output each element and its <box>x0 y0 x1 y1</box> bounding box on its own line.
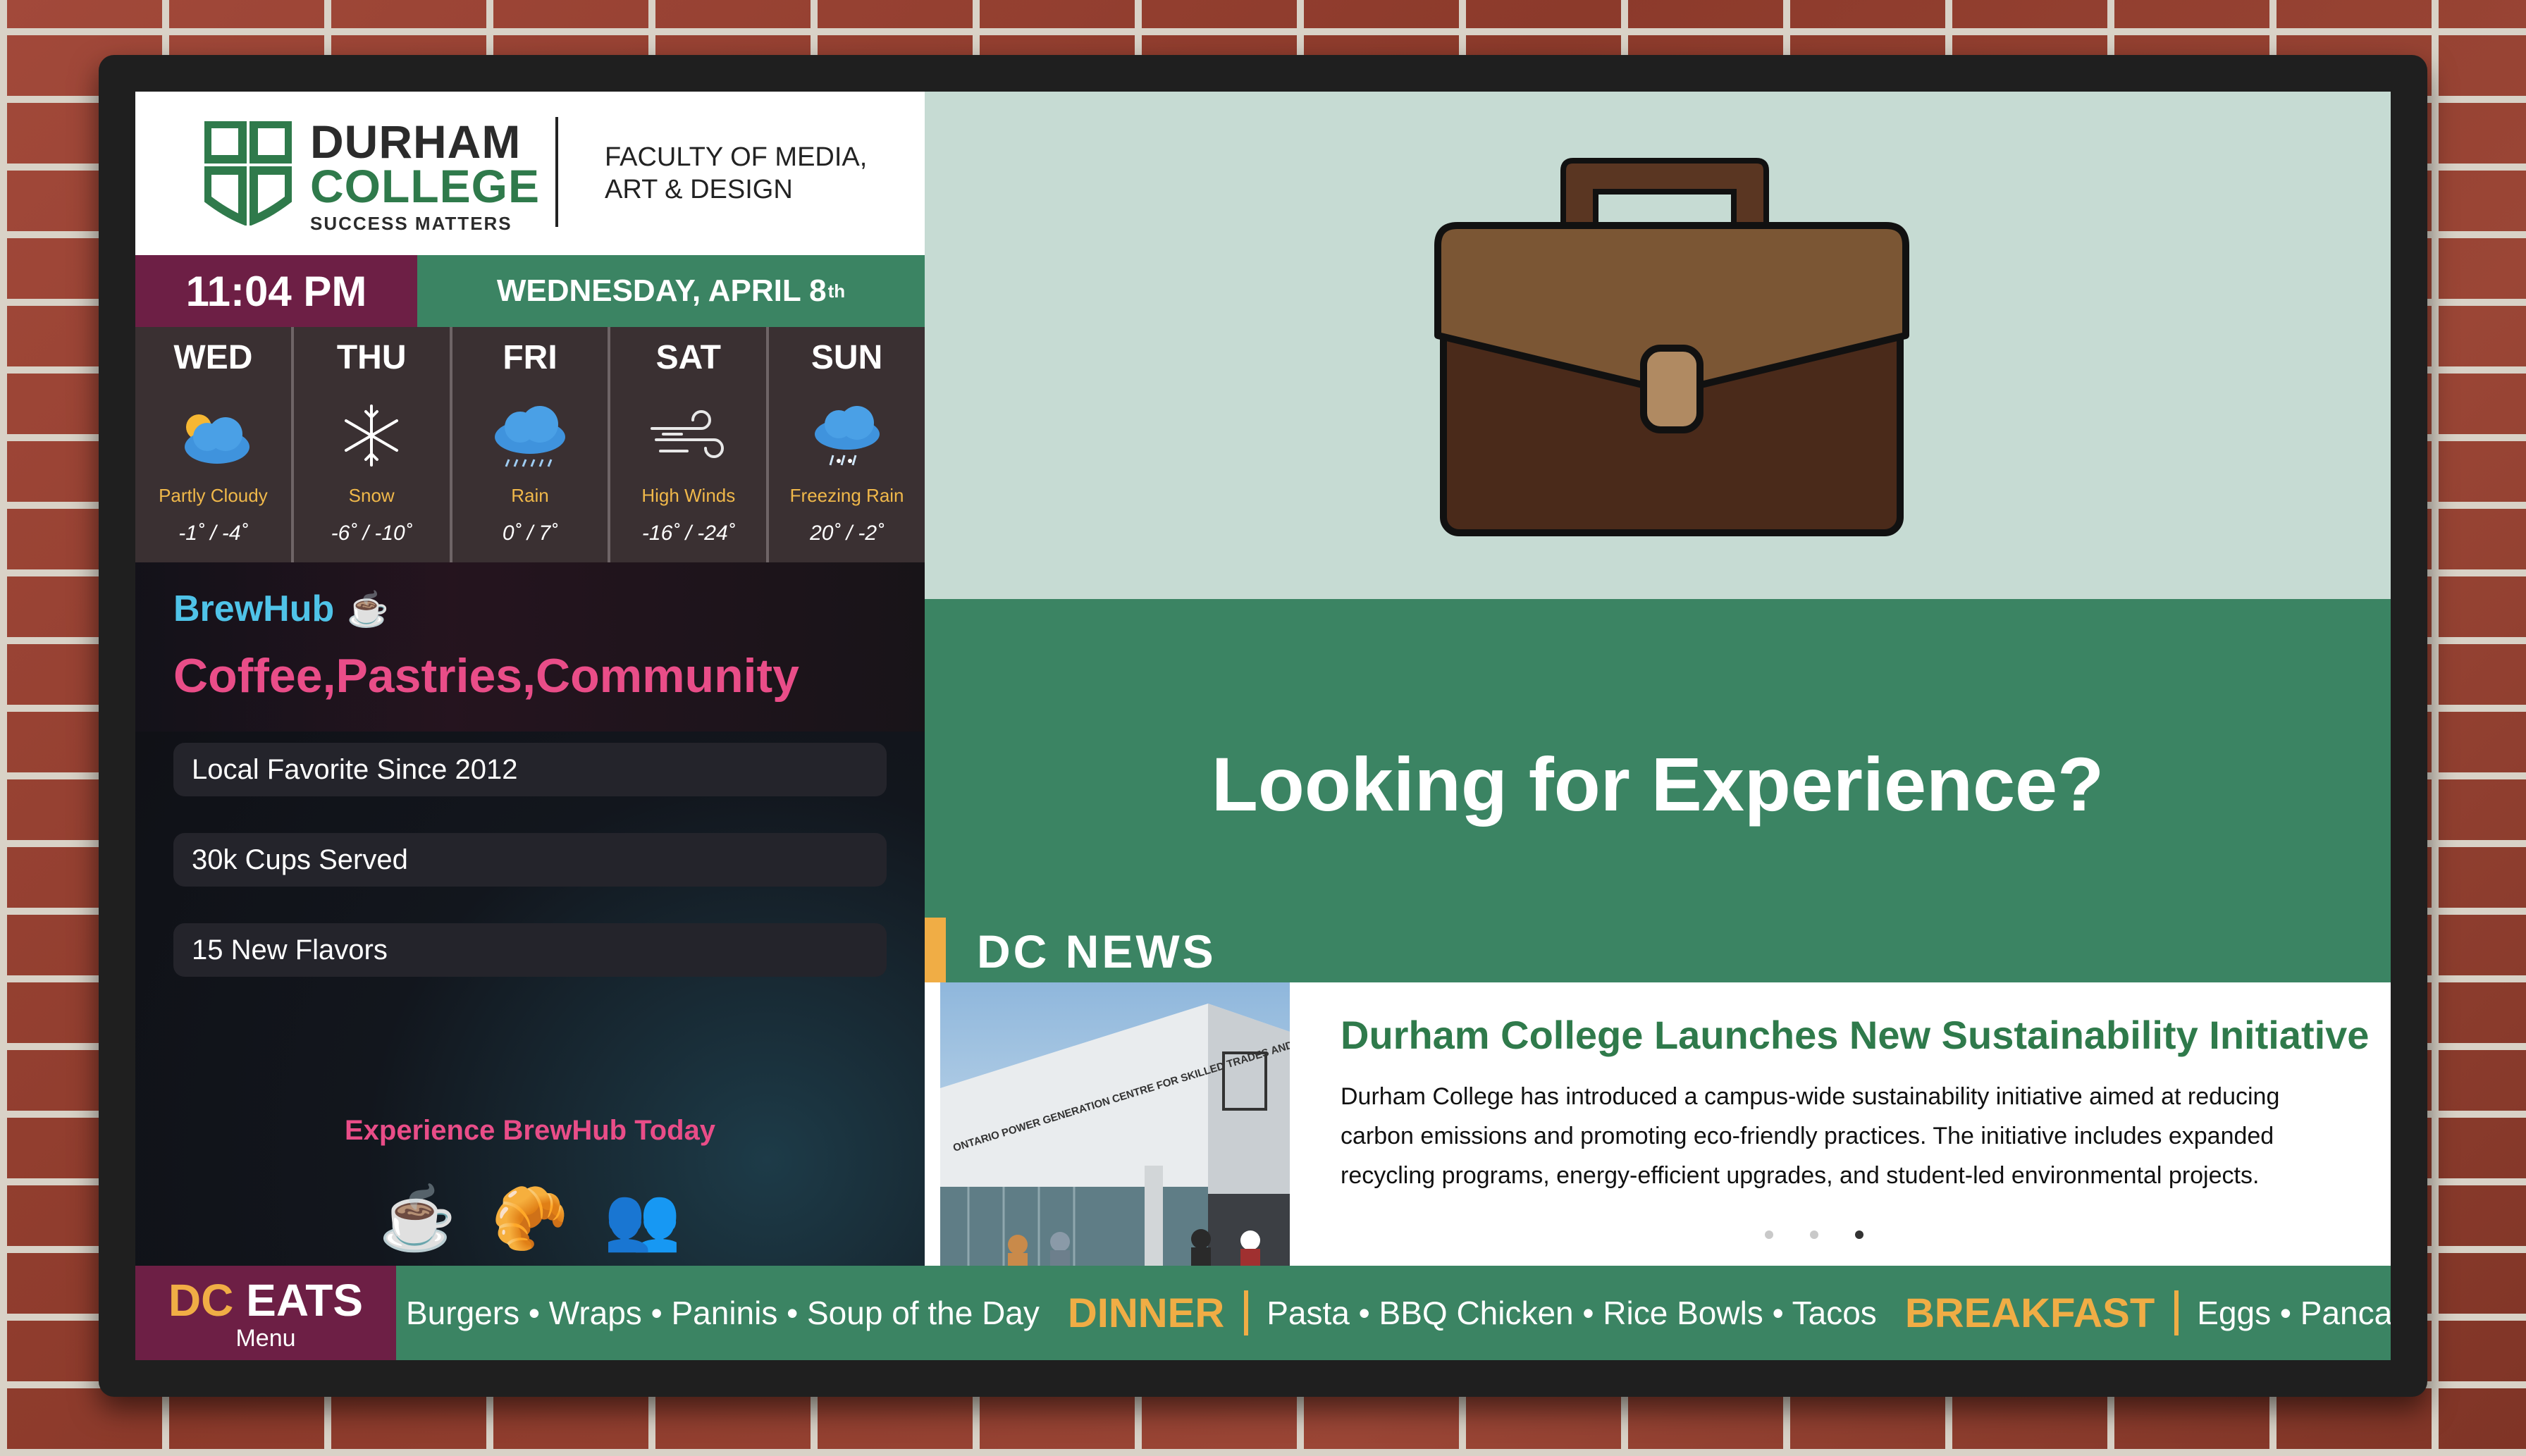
forecast-day-name: WED <box>173 339 253 376</box>
forecast-temps: 20˚ / -2˚ <box>810 522 885 545</box>
faculty-name: FACULTY OF MEDIA, ART & DESIGN <box>605 141 867 206</box>
ticker-track: Burgers • Wraps • Paninis • Soup of the … <box>406 1266 2391 1360</box>
forecast-temps: -6˚ / -10˚ <box>331 522 412 545</box>
brand-eats: EATS <box>246 1275 364 1326</box>
ticker-meal-label: BREAKFAST <box>1904 1290 2155 1336</box>
ticker-separator <box>2174 1290 2179 1335</box>
weather-forecast: WED Partly Cloudy -1˚ / -4˚ THU Snow -6˚… <box>135 327 925 562</box>
news-header: DC NEWS <box>925 918 2391 982</box>
current-time: 11:04 PM <box>135 255 417 327</box>
brand-dc: DC <box>168 1275 234 1326</box>
banner-title: Looking for Experience? <box>1211 741 2105 827</box>
coffee-cup-icon: ☕ <box>347 591 389 629</box>
community-icon: 👥 <box>603 1183 682 1253</box>
brewhub-cta: Experience BrewHub Today <box>344 1115 716 1146</box>
ticker-menu-items: Eggs • Pancakes <box>2197 1295 2391 1331</box>
campus-building-image: ONTARIO POWER GENERATION CENTRE FOR SKIL… <box>940 982 1290 1266</box>
header-divider <box>555 117 558 227</box>
rain-cloud-icon <box>494 406 565 467</box>
faculty-line-1: FACULTY OF MEDIA, <box>605 142 868 172</box>
coffee-icon: ☕ <box>378 1183 457 1253</box>
freezing-rain-icon <box>814 406 880 466</box>
current-date: WEDNESDAY, APRIL 8th <box>417 255 925 327</box>
forecast-day: THU Snow -6˚ / -10˚ <box>294 327 452 562</box>
ticker-menu-items: Burgers • Wraps • Paninis • Soup of the … <box>406 1295 1040 1331</box>
wind-icon <box>650 410 724 458</box>
logo-durham: DURHAM <box>310 116 522 168</box>
croissant-icon: 🥐 <box>491 1183 569 1253</box>
brewhub-ad: BrewHub ☕ Coffee,Pastries,Community Loca… <box>135 562 925 1266</box>
brewhub-fact: 15 New Flavors <box>173 923 887 977</box>
forecast-condition: Rain <box>511 485 549 506</box>
logo-tagline: SUCCESS MATTERS <box>310 213 512 234</box>
forecast-day-name: FRI <box>503 339 557 376</box>
ticker-meal-label: DINNER <box>1067 1290 1225 1336</box>
brand-menu: Menu <box>235 1325 296 1352</box>
forecast-temps: -16˚ / -24˚ <box>641 522 735 545</box>
news-headline: Durham College Launches New Sustainabili… <box>1341 1013 2370 1057</box>
pagination-dot-active[interactable] <box>1855 1230 1863 1239</box>
news-label: DC NEWS <box>977 925 1216 977</box>
dc-eats-ticker: DC EATS Menu Burgers • Wraps • Paninis •… <box>135 1266 2391 1360</box>
forecast-condition: Snow <box>348 485 395 506</box>
pagination-dot[interactable] <box>1765 1230 1773 1239</box>
durham-shield-icon <box>204 121 292 226</box>
display-monitor: DURHAM COLLEGE SUCCESS MATTERS FACULTY O… <box>99 55 2427 1397</box>
brewhub-fact: 30k Cups Served <box>173 833 887 887</box>
faculty-line-2: ART & DESIGN <box>605 175 793 204</box>
forecast-condition: Partly Cloudy <box>159 485 268 506</box>
forecast-day: SUN Freezing Rain 20˚ / -2˚ <box>769 327 925 562</box>
news-pagination <box>1765 1230 1863 1239</box>
forecast-temps: -1˚ / -4˚ <box>178 522 248 545</box>
date-text: WEDNESDAY, APRIL 8 <box>496 273 827 308</box>
forecast-temps: 0˚ / 7˚ <box>502 522 558 545</box>
experience-banner: Looking for Experience? <box>925 599 2391 937</box>
briefcase-icon <box>1434 158 1909 536</box>
partly-cloudy-icon <box>185 414 250 464</box>
logo-college: COLLEGE <box>310 160 541 212</box>
hero-graphic <box>925 92 2391 599</box>
news-body-text: Durham College has introduced a campus-w… <box>1341 1083 2280 1189</box>
forecast-day-name: SUN <box>811 339 883 376</box>
forecast-day-name: SAT <box>655 339 721 376</box>
news-accent-bar <box>925 918 946 982</box>
forecast-day-name: THU <box>336 339 407 376</box>
ticker-separator <box>1244 1290 1249 1335</box>
signage-screen: DURHAM COLLEGE SUCCESS MATTERS FACULTY O… <box>135 92 2391 1360</box>
forecast-day: SAT High Winds -16˚ / -24˚ <box>610 327 770 562</box>
brewhub-icon-row: ☕ 🥐 👥 <box>135 1183 925 1255</box>
forecast-day: FRI Rain 0˚ / 7˚ <box>452 327 611 562</box>
news-photo: ONTARIO POWER GENERATION CENTRE FOR SKIL… <box>940 982 1290 1266</box>
forecast-condition: Freezing Rain <box>789 485 904 506</box>
ticker-menu-items: Pasta • BBQ Chicken • Rice Bowls • Tacos <box>1267 1295 1877 1331</box>
date-suffix: th <box>827 280 846 302</box>
forecast-condition: High Winds <box>641 485 736 506</box>
dc-eats-logo: DC EATS <box>135 1274 396 1326</box>
college-header: DURHAM COLLEGE SUCCESS MATTERS FACULTY O… <box>135 92 925 255</box>
brewhub-title: BrewHub <box>173 588 335 629</box>
dc-eats-brand: DC EATS Menu <box>135 1266 396 1360</box>
left-panel: DURHAM COLLEGE SUCCESS MATTERS FACULTY O… <box>135 92 925 1266</box>
forecast-day: WED Partly Cloudy -1˚ / -4˚ <box>135 327 294 562</box>
time-date-bar: 11:04 PM WEDNESDAY, APRIL 8th <box>135 255 925 327</box>
brewhub-fact: Local Favorite Since 2012 <box>173 743 887 796</box>
pagination-dot[interactable] <box>1810 1230 1818 1239</box>
snowflake-icon <box>345 405 399 467</box>
college-logo-text: DURHAM COLLEGE SUCCESS MATTERS <box>310 118 540 235</box>
brewhub-tagline: Coffee,Pastries,Community <box>173 649 799 703</box>
news-card: ONTARIO POWER GENERATION CENTRE FOR SKIL… <box>925 982 2391 1266</box>
